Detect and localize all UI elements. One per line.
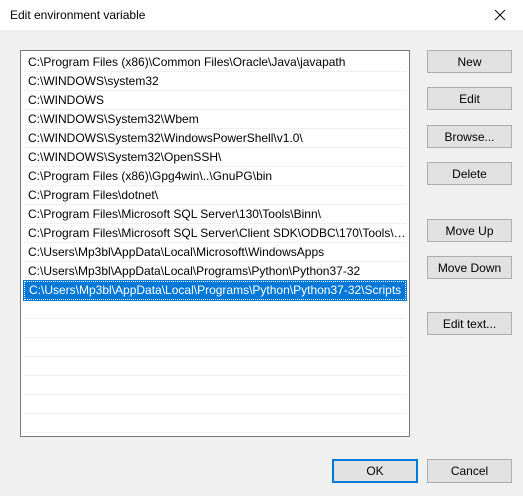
path-item[interactable]: C:\Program Files\Microsoft SQL Server\13… (24, 205, 406, 224)
path-item[interactable]: C:\Program Files (x86)\Common Files\Orac… (24, 53, 406, 72)
close-icon (494, 9, 506, 21)
path-item[interactable]: C:\WINDOWS\System32\OpenSSH\ (24, 148, 406, 167)
path-item[interactable]: C:\WINDOWS\system32 (24, 72, 406, 91)
path-item[interactable]: C:\Users\Mp3bl\AppData\Local\Programs\Py… (24, 262, 406, 281)
new-button[interactable]: New (427, 50, 512, 73)
dialog-title: Edit environment variable (10, 8, 146, 22)
empty-row[interactable] (24, 357, 406, 376)
path-item[interactable]: C:\Users\Mp3bl\AppData\Local\Microsoft\W… (24, 243, 406, 262)
empty-row[interactable] (24, 319, 406, 338)
delete-button[interactable]: Delete (427, 162, 512, 185)
path-item[interactable]: C:\WINDOWS\System32\Wbem (24, 110, 406, 129)
path-item-selected[interactable]: C:\Users\Mp3bl\AppData\Local\Programs\Py… (23, 280, 407, 301)
path-item[interactable]: C:\Program Files\dotnet\ (24, 186, 406, 205)
move-up-button[interactable]: Move Up (427, 219, 512, 242)
move-down-button[interactable]: Move Down (427, 256, 512, 279)
cancel-button[interactable]: Cancel (427, 459, 512, 483)
path-item[interactable]: C:\Program Files\Microsoft SQL Server\Cl… (24, 224, 406, 243)
path-list[interactable]: C:\Program Files (x86)\Common Files\Orac… (20, 50, 410, 437)
edit-button[interactable]: Edit (427, 87, 512, 110)
empty-row[interactable] (24, 376, 406, 395)
close-button[interactable] (477, 0, 523, 30)
empty-row[interactable] (24, 300, 406, 319)
path-item[interactable]: C:\WINDOWS\System32\WindowsPowerShell\v1… (24, 129, 406, 148)
ok-button[interactable]: OK (332, 459, 418, 483)
browse-button[interactable]: Browse... (427, 125, 512, 148)
empty-row[interactable] (24, 414, 406, 433)
empty-row[interactable] (24, 395, 406, 414)
path-item[interactable]: C:\WINDOWS (24, 91, 406, 110)
edit-text-button[interactable]: Edit text... (427, 312, 512, 335)
title-bar: Edit environment variable (0, 0, 523, 30)
edit-environment-variable-dialog: Edit environment variable C:\Program Fil… (0, 0, 523, 496)
path-item[interactable]: C:\Program Files (x86)\Gpg4win\..\GnuPG\… (24, 167, 406, 186)
empty-row[interactable] (24, 338, 406, 357)
